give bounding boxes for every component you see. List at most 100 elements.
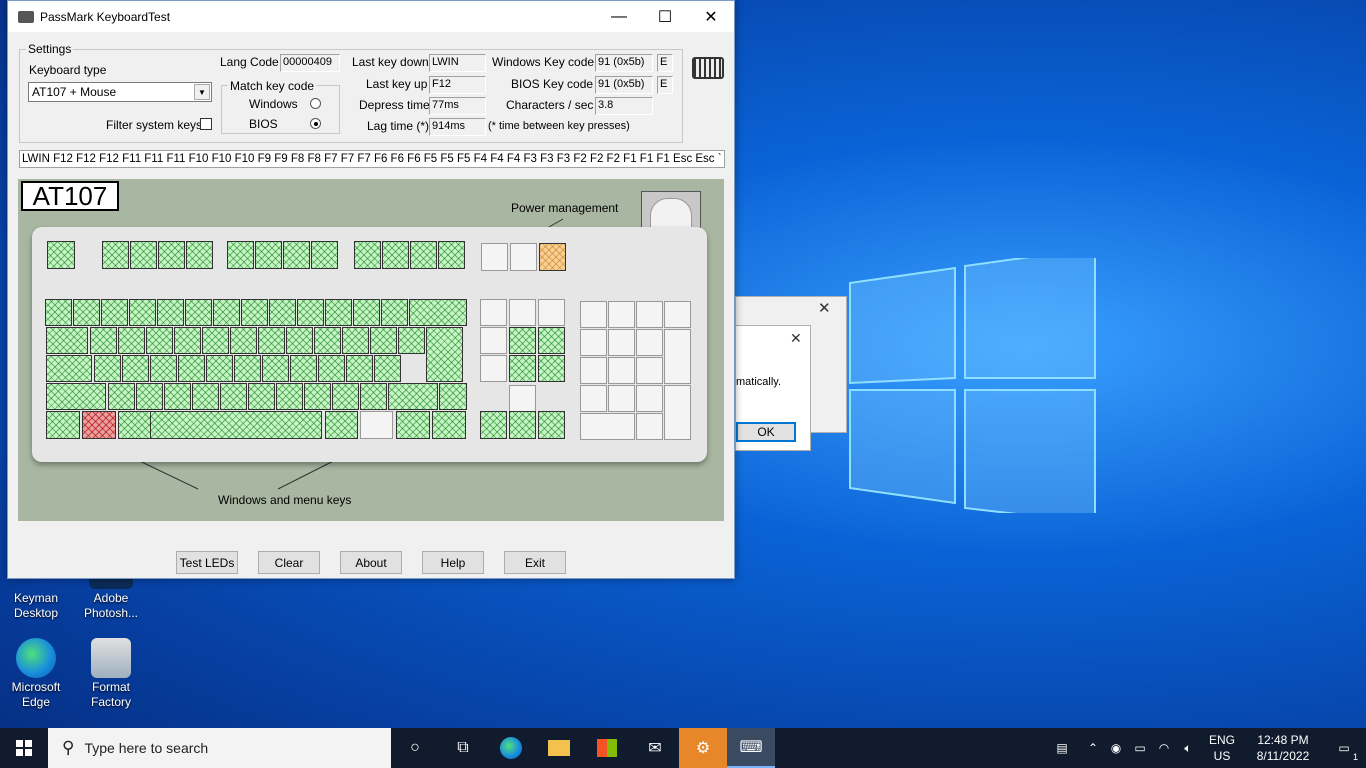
task-view-icon[interactable]: ⧉ xyxy=(439,728,487,768)
cortana-icon[interactable]: ○ xyxy=(391,728,439,768)
format-factory-taskbar-icon[interactable]: ⚙ xyxy=(679,728,727,768)
depress-time-label: Depress time xyxy=(359,98,430,112)
key-numpad xyxy=(636,301,663,328)
key-tab xyxy=(46,327,88,354)
key-insert xyxy=(480,327,507,354)
lag-time-label: Lag time (*) xyxy=(367,119,430,133)
mail-icon[interactable]: ✉ xyxy=(631,728,679,768)
key-letter xyxy=(314,327,341,354)
key-letter xyxy=(164,383,191,410)
desktop-icon-label: Adobe Photosh... xyxy=(83,591,139,620)
key-left xyxy=(480,411,507,439)
close-icon[interactable]: ✕ xyxy=(790,330,802,347)
key-f xyxy=(382,241,409,269)
bios-radio[interactable] xyxy=(310,118,321,129)
key-letter xyxy=(360,383,387,410)
start-button[interactable] xyxy=(0,728,48,768)
wifi-icon[interactable]: ◠ xyxy=(1152,728,1176,768)
key-right xyxy=(538,411,565,439)
key-letter xyxy=(318,355,345,382)
clear-button[interactable]: Clear xyxy=(258,551,320,574)
bios-radio-label: BIOS xyxy=(249,117,278,131)
settings-group-label: Settings xyxy=(26,42,74,56)
file-explorer-icon[interactable] xyxy=(535,728,583,768)
key-rwin xyxy=(360,411,393,439)
key-number-row xyxy=(129,299,156,326)
key-letter xyxy=(286,327,313,354)
bios-key-code-field: 91 (0x5b) xyxy=(595,76,653,94)
volume-icon[interactable]: 🔈︎ xyxy=(1176,728,1200,768)
key-letter xyxy=(342,327,369,354)
chevron-down-icon[interactable]: ▼ xyxy=(194,84,210,100)
key-number-row xyxy=(73,299,100,326)
key-letter xyxy=(118,327,145,354)
key-letter xyxy=(146,327,173,354)
key-f xyxy=(130,241,157,269)
notifications-icon[interactable]: ▭ 1 xyxy=(1322,728,1366,768)
close-icon[interactable]: ✕ xyxy=(818,299,831,317)
last-key-down-field: LWIN xyxy=(429,54,486,72)
close-button[interactable]: ✕ xyxy=(688,1,734,32)
key-letter xyxy=(332,383,359,410)
key-numpad xyxy=(608,385,635,412)
key-up-arrow-zone xyxy=(439,383,467,410)
key-numpad xyxy=(636,357,663,384)
help-button[interactable]: Help xyxy=(422,551,484,574)
news-icon[interactable]: ▤ xyxy=(1042,728,1082,768)
key-letter xyxy=(192,383,219,410)
key-number-row xyxy=(325,299,352,326)
key-print xyxy=(480,299,507,326)
bios-key-code-label: BIOS Key code xyxy=(511,77,594,91)
key-numpad-plus xyxy=(664,329,691,384)
about-button[interactable]: About xyxy=(340,551,402,574)
lang-code-label: Lang Code xyxy=(220,55,279,69)
key-letter xyxy=(94,355,121,382)
key-f xyxy=(410,241,437,269)
edge-taskbar-icon[interactable] xyxy=(487,728,535,768)
chevron-up-icon[interactable]: ⌃ xyxy=(1082,728,1104,768)
edge-icon xyxy=(16,638,56,678)
edge-icon xyxy=(500,737,522,759)
key-lalt xyxy=(118,411,152,439)
key-numpad-dot xyxy=(636,413,663,440)
windows-radio[interactable] xyxy=(310,98,321,109)
filter-system-keys-checkbox[interactable] xyxy=(200,118,212,130)
taskbar-search-box[interactable]: ⚲ Type here to search xyxy=(48,728,391,768)
key-letter xyxy=(174,327,201,354)
key-number-row xyxy=(185,299,212,326)
key-letter xyxy=(230,327,257,354)
keyboardtest-taskbar-icon[interactable]: ⌨ xyxy=(727,728,775,768)
keyboard-type-select[interactable]: AT107 + Mouse ▼ xyxy=(28,82,212,102)
ok-button[interactable]: OK xyxy=(736,422,796,442)
exit-button[interactable]: Exit xyxy=(504,551,566,574)
desktop-icon-photoshop[interactable]: Adobe Photosh... xyxy=(75,575,147,621)
meet-icon[interactable]: ◉ xyxy=(1104,728,1128,768)
clock[interactable]: 12:48 PM 8/11/2022 xyxy=(1244,732,1322,764)
keyboard-type-value: AT107 + Mouse xyxy=(32,85,117,99)
desktop-icon-edge[interactable]: Microsoft Edge xyxy=(0,638,72,710)
desktop-icon-label: Microsoft Edge xyxy=(11,680,61,709)
key-numpad-enter xyxy=(664,385,691,440)
key-lctrl xyxy=(46,411,80,439)
battery-icon[interactable]: ▭ xyxy=(1128,728,1152,768)
window-title: PassMark KeyboardTest xyxy=(40,9,171,24)
language-indicator[interactable]: ENG US xyxy=(1200,732,1244,764)
clock-date: 8/11/2022 xyxy=(1256,749,1310,763)
windows-logo-wallpaper xyxy=(849,258,1096,513)
desktop-icon-keyman[interactable]: Keyman Desktop xyxy=(0,575,72,621)
folder-icon xyxy=(548,740,570,756)
keyboardtest-window: PassMark KeyboardTest — ☐ ✕ Settings Key… xyxy=(7,0,735,579)
test-leds-button[interactable]: Test LEDs xyxy=(176,551,238,574)
key-menu xyxy=(396,411,430,439)
key-end xyxy=(509,355,536,382)
key-letter xyxy=(220,383,247,410)
key-wake xyxy=(539,243,566,271)
key-f xyxy=(186,241,213,269)
maximize-button[interactable]: ☐ xyxy=(642,1,688,32)
store-icon[interactable] xyxy=(583,728,631,768)
key-number-row xyxy=(241,299,268,326)
minimize-button[interactable]: — xyxy=(596,1,642,32)
desktop-icon-format-factory[interactable]: Format Factory xyxy=(75,638,147,710)
title-bar[interactable]: PassMark KeyboardTest — ☐ ✕ xyxy=(8,1,734,32)
key-letter xyxy=(206,355,233,382)
